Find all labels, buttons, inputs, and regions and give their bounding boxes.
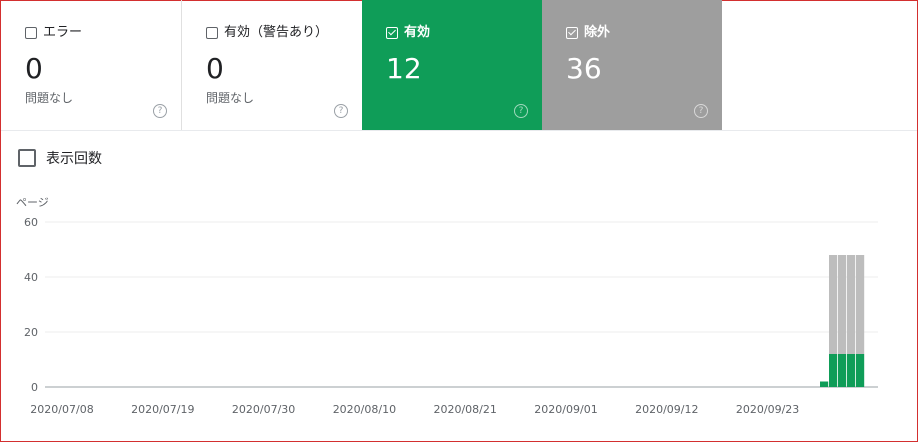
checkbox-icon[interactable] (206, 27, 218, 39)
card-error-header: エラー (25, 24, 82, 42)
chart-y-axis-title: ページ (16, 196, 49, 209)
card-valid-count: 12 (386, 52, 422, 85)
help-circle-icon[interactable]: ? (694, 104, 708, 118)
card-valid-warning-subtext: 問題なし (206, 91, 255, 105)
card-excluded-header: 除外 (566, 24, 610, 42)
help-circle-icon[interactable]: ? (514, 104, 528, 118)
checkbox-checked-icon[interactable] (566, 27, 578, 39)
card-excluded[interactable]: 除外 36 ? (542, 0, 722, 130)
card-valid-warning[interactable]: 有効（警告あり） 0 問題なし ? (182, 0, 362, 130)
card-valid-header: 有効 (386, 24, 430, 42)
checkbox-icon[interactable] (18, 149, 36, 167)
card-valid-warning-count: 0 (206, 52, 224, 85)
card-error[interactable]: エラー 0 問題なし ? (1, 0, 181, 130)
help-circle-icon[interactable]: ? (334, 104, 348, 118)
checkbox-checked-icon[interactable] (386, 27, 398, 39)
card-valid-warning-header: 有効（警告あり） (206, 24, 328, 42)
card-error-subtext: 問題なし (25, 91, 74, 105)
card-valid[interactable]: 有効 12 ? (362, 0, 542, 130)
card-valid-warning-label: 有効（警告あり） (224, 25, 329, 40)
card-valid-label: 有効 (404, 25, 431, 40)
cards-bottom-divider (1, 130, 917, 131)
card-error-count: 0 (25, 52, 43, 85)
card-excluded-count: 36 (566, 52, 602, 85)
checkbox-icon[interactable] (25, 27, 37, 39)
help-circle-icon[interactable]: ? (153, 104, 167, 118)
impressions-toggle[interactable]: 表示回数 (18, 148, 102, 168)
card-excluded-label: 除外 (584, 25, 611, 40)
card-error-label: エラー (43, 25, 83, 40)
impressions-label: 表示回数 (46, 151, 102, 167)
